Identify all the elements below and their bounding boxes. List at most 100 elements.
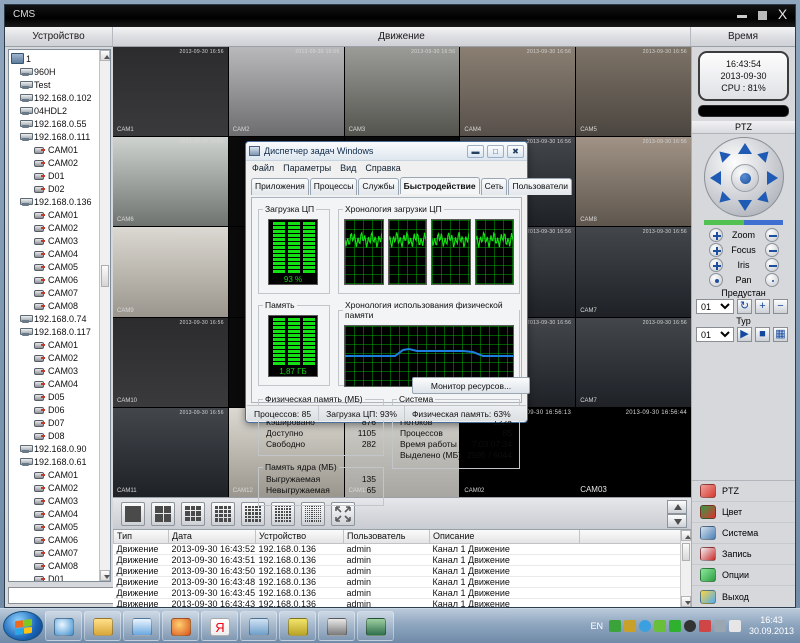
tree-item-cam06[interactable]: CAM06 (11, 533, 99, 546)
yandex-icon[interactable]: Я (201, 611, 238, 641)
tree-item-d05[interactable]: D05 (11, 390, 99, 403)
tree-item-cam06[interactable]: CAM06 (11, 273, 99, 286)
tree-item-cam07[interactable]: CAM07 (11, 546, 99, 559)
tree-item-cam03[interactable]: CAM03 (11, 364, 99, 377)
tm-tab-процессы[interactable]: Процессы (310, 178, 358, 195)
tree-item-d07[interactable]: D07 (11, 416, 99, 429)
page-up-icon[interactable] (667, 500, 687, 514)
table-row[interactable]: Движение2013-09-30 16:43:52192.168.0.136… (114, 543, 691, 554)
ptz-down-icon[interactable] (738, 200, 752, 211)
ptz-direction-pad[interactable] (704, 137, 784, 217)
webcam-icon[interactable] (318, 611, 355, 641)
log-scroll-up-icon[interactable] (681, 530, 691, 541)
tray-language[interactable]: EN (590, 621, 603, 631)
cms-icon[interactable] (357, 611, 394, 641)
tree-item-cam01[interactable]: CAM01 (11, 143, 99, 156)
tree-item-192-168-0-74[interactable]: 192.168.0.74 (11, 312, 99, 325)
tree-item-192-168-0-55[interactable]: 192.168.0.55 (11, 117, 99, 130)
tree-item-cam02[interactable]: CAM02 (11, 156, 99, 169)
video-cell[interactable]: 2013-09-30 16:56CAM2 (229, 47, 344, 136)
log-column-header[interactable]: Устройство (256, 530, 344, 543)
firefox-icon[interactable] (162, 611, 199, 641)
tm-minimize-button[interactable]: ▬ (467, 145, 484, 158)
tree-item-cam04[interactable]: CAM04 (11, 247, 99, 260)
video-cell[interactable]: 2013-09-30 16:56CAM6 (113, 137, 228, 226)
zoom-increase-button[interactable] (709, 228, 723, 242)
minimize-button[interactable] (736, 7, 749, 21)
tree-item-cam05[interactable]: CAM05 (11, 520, 99, 533)
layout-16-button[interactable] (211, 502, 235, 526)
tree-scrollbar[interactable] (99, 50, 110, 581)
tree-item-cam07[interactable]: CAM07 (11, 286, 99, 299)
log-column-header[interactable]: Описание (430, 530, 580, 543)
focus-increase-button[interactable] (709, 243, 723, 257)
rotate-icon[interactable]: ↻ (737, 299, 752, 314)
remove-icon[interactable]: − (773, 299, 788, 314)
log-scrollbar[interactable] (680, 530, 691, 607)
tm-tab-приложения[interactable]: Приложения (251, 178, 309, 195)
tree-item-960h[interactable]: 960H (11, 65, 99, 78)
tour-select[interactable]: 01 (696, 327, 734, 342)
tree-item-d01[interactable]: D01 (11, 169, 99, 182)
log-scroll-down-icon[interactable] (681, 596, 691, 607)
play-icon[interactable]: ▶ (737, 327, 752, 342)
maximize-button[interactable] (756, 7, 769, 21)
tree-item-cam01[interactable]: CAM01 (11, 338, 99, 351)
ptz-up-right-icon[interactable] (757, 147, 773, 163)
iris-decrease-button[interactable] (765, 258, 779, 272)
tree-item-d02[interactable]: D02 (11, 182, 99, 195)
table-row[interactable]: Движение2013-09-30 16:43:43192.168.0.136… (114, 598, 691, 607)
tree-item-192-168-0-61[interactable]: 192.168.0.61 (11, 455, 99, 468)
tree-item-192-168-0-117[interactable]: 192.168.0.117 (11, 325, 99, 338)
tree-item-cam02[interactable]: CAM02 (11, 351, 99, 364)
tm-menu-вид[interactable]: Вид (340, 163, 356, 173)
tree-item-192-168-0-102[interactable]: 192.168.0.102 (11, 91, 99, 104)
volume-icon[interactable] (729, 620, 741, 632)
tm-maximize-button[interactable]: □ (487, 145, 504, 158)
grid-icon[interactable]: ▦ (773, 327, 788, 342)
resource-monitor-button[interactable]: Монитор ресурсов... (412, 377, 530, 394)
ptz-down-left-icon[interactable] (715, 191, 731, 207)
log-column-header[interactable]: Дата (169, 530, 256, 543)
tree-item-192-168-0-90[interactable]: 192.168.0.90 (11, 442, 99, 455)
globe-icon[interactable] (684, 620, 696, 632)
tree-scroll-thumb[interactable] (101, 265, 109, 287)
tree-item-04hdl2[interactable]: 04HDL2 (11, 104, 99, 117)
tree-item-cam01[interactable]: CAM01 (11, 468, 99, 481)
ptz-up-icon[interactable] (738, 143, 752, 154)
video-cell[interactable]: 2013-09-30 16:56:44CAM03 (576, 408, 691, 497)
ptz-speed-slider[interactable] (704, 220, 783, 225)
table-row[interactable]: Движение2013-09-30 16:43:51192.168.0.136… (114, 554, 691, 565)
tree-item-cam08[interactable]: CAM08 (11, 299, 99, 312)
tree-scroll-down-icon[interactable] (100, 570, 110, 581)
video-cell[interactable]: 2013-09-30 16:56CAM1 (113, 47, 228, 136)
tm-menu-справка[interactable]: Справка (365, 163, 400, 173)
tm-tab-сеть[interactable]: Сеть (481, 178, 508, 195)
tree-item-192-168-0-111[interactable]: 192.168.0.111 (11, 130, 99, 143)
event-log-body[interactable]: Движение2013-09-30 16:43:52192.168.0.136… (114, 543, 691, 607)
table-row[interactable]: Движение2013-09-30 16:43:50192.168.0.136… (114, 565, 691, 576)
tm-tab-пользователи[interactable]: Пользователи (508, 178, 571, 195)
log-column-header[interactable]: Тип (114, 530, 169, 543)
preset-select[interactable]: 01 (696, 299, 734, 314)
page-down-icon[interactable] (667, 514, 687, 528)
tree-item-cam04[interactable]: CAM04 (11, 377, 99, 390)
tree-item-test[interactable]: Test (11, 78, 99, 91)
tray-clock[interactable]: 16:43 30.09.2013 (749, 615, 794, 637)
tree-item-cam05[interactable]: CAM05 (11, 260, 99, 273)
app-icon[interactable] (279, 611, 316, 641)
layout-4-button[interactable] (151, 502, 175, 526)
download-icon[interactable] (609, 620, 621, 632)
log-column-header[interactable] (580, 530, 691, 543)
menu-item-система[interactable]: Система (692, 523, 795, 544)
network-tray-icon[interactable] (714, 620, 726, 632)
tree-item-cam08[interactable]: CAM08 (11, 559, 99, 572)
stop-icon[interactable]: ■ (755, 327, 770, 342)
tree-item-cam04[interactable]: CAM04 (11, 507, 99, 520)
ptz-center-button[interactable] (731, 164, 759, 192)
log-column-header[interactable]: Пользователь (344, 530, 430, 543)
add-icon[interactable]: + (755, 299, 770, 314)
tree-item-cam03[interactable]: CAM03 (11, 494, 99, 507)
video-cell[interactable]: 2013-09-30 16:56CAM5 (576, 47, 691, 136)
tm-menu-параметры[interactable]: Параметры (283, 163, 331, 173)
